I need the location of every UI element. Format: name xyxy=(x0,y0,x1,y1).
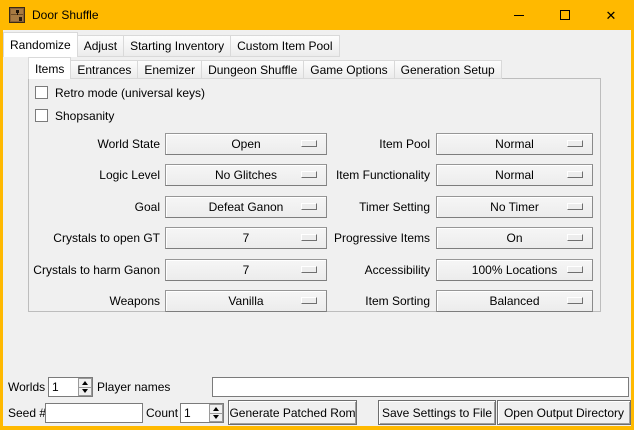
retro-mode-label: Retro mode (universal keys) xyxy=(55,86,205,100)
item-sorting-label: Item Sorting xyxy=(365,290,430,312)
dropdown-indicator-icon xyxy=(567,203,583,210)
dropdown-indicator-icon xyxy=(567,171,583,178)
timer-setting-label: Timer Setting xyxy=(359,196,430,218)
tab-randomize[interactable]: Randomize xyxy=(3,32,78,57)
seed-input[interactable] xyxy=(45,403,143,423)
item-sorting-dropdown[interactable]: Balanced xyxy=(436,290,593,312)
item-functionality-dropdown[interactable]: Normal xyxy=(436,164,593,186)
player-names-input[interactable] xyxy=(212,377,629,397)
arrow-up-icon xyxy=(213,407,219,411)
dropdown-indicator-icon xyxy=(567,140,583,147)
tab-items[interactable]: Items xyxy=(28,57,71,79)
weapons-dropdown[interactable]: Vanilla xyxy=(165,290,327,312)
accessibility-label: Accessibility xyxy=(365,259,430,281)
logic-level-dropdown[interactable]: No Glitches xyxy=(165,164,327,186)
weapons-label: Weapons xyxy=(110,290,160,312)
dropdown-indicator-icon xyxy=(301,140,317,147)
world-state-dropdown[interactable]: Open xyxy=(165,133,327,155)
count-spinbox[interactable]: 1 xyxy=(180,403,224,423)
window-border-left xyxy=(0,30,3,430)
generate-patched-rom-button[interactable]: Generate Patched Rom xyxy=(228,400,357,425)
shopsanity-checkbox[interactable] xyxy=(35,109,48,122)
minimize-icon xyxy=(514,15,524,16)
close-button[interactable]: ✕ xyxy=(588,0,634,30)
dropdown-indicator-icon xyxy=(301,203,317,210)
title-bar[interactable]: Door Shuffle ✕ xyxy=(0,0,634,30)
logic-level-label: Logic Level xyxy=(99,164,160,186)
accessibility-dropdown[interactable]: 100% Locations xyxy=(436,259,593,281)
dropdown-indicator-icon xyxy=(301,234,317,241)
shopsanity-label: Shopsanity xyxy=(55,109,114,123)
dropdown-indicator-icon xyxy=(567,234,583,241)
dropdown-indicator-icon xyxy=(567,297,583,304)
item-pool-dropdown[interactable]: Normal xyxy=(436,133,593,155)
item-pool-label: Item Pool xyxy=(379,133,430,155)
door-shuffle-window: Door Shuffle ✕ Randomize Adjust Starting… xyxy=(0,0,634,430)
dropdown-indicator-icon xyxy=(301,297,317,304)
count-value: 1 xyxy=(184,404,191,422)
tab-dungeon-shuffle[interactable]: Dungeon Shuffle xyxy=(201,60,304,79)
tab-generation-setup[interactable]: Generation Setup xyxy=(394,60,502,79)
worlds-spin-down-button[interactable] xyxy=(78,388,92,397)
crystals-open-gt-dropdown[interactable]: 7 xyxy=(165,227,327,249)
worlds-label: Worlds xyxy=(8,377,45,397)
close-icon: ✕ xyxy=(606,9,617,22)
minimize-button[interactable] xyxy=(496,0,542,30)
retro-mode-checkbox[interactable] xyxy=(35,86,48,99)
seed-label: Seed # xyxy=(8,403,46,423)
window-title: Door Shuffle xyxy=(32,0,99,30)
worlds-spin-buttons xyxy=(78,378,92,396)
maximize-button[interactable] xyxy=(542,0,588,30)
crystals-open-gt-label: Crystals to open GT xyxy=(53,227,160,249)
window-border-bottom xyxy=(0,426,634,430)
dropdown-indicator-icon xyxy=(567,266,583,273)
dropdown-indicator-icon xyxy=(301,171,317,178)
save-settings-button[interactable]: Save Settings to File xyxy=(378,400,496,425)
dropdown-indicator-icon xyxy=(301,266,317,273)
tab-game-options[interactable]: Game Options xyxy=(303,60,394,79)
count-label: Count xyxy=(146,403,178,423)
door-app-icon xyxy=(9,7,25,23)
worlds-spinbox[interactable]: 1 xyxy=(48,377,93,397)
count-spin-up-button[interactable] xyxy=(209,404,223,414)
player-names-label: Player names xyxy=(97,377,170,397)
arrow-down-icon xyxy=(213,415,219,419)
progressive-items-dropdown[interactable]: On xyxy=(436,227,593,249)
timer-setting-dropdown[interactable]: No Timer xyxy=(436,196,593,218)
progressive-items-label: Progressive Items xyxy=(334,227,430,249)
goal-dropdown[interactable]: Defeat Ganon xyxy=(165,196,327,218)
randomize-sub-tab-bar: Items Entrances Enemizer Dungeon Shuffle… xyxy=(28,57,502,79)
item-functionality-label: Item Functionality xyxy=(336,164,430,186)
arrow-up-icon xyxy=(82,381,88,385)
main-tab-bar: Randomize Adjust Starting Inventory Cust… xyxy=(3,32,340,57)
open-output-directory-button[interactable]: Open Output Directory xyxy=(497,400,631,425)
worlds-spin-up-button[interactable] xyxy=(78,378,92,388)
count-spin-buttons xyxy=(209,404,223,422)
tab-custom-item-pool[interactable]: Custom Item Pool xyxy=(230,35,339,57)
goal-label: Goal xyxy=(135,196,160,218)
maximize-icon xyxy=(560,10,570,20)
crystals-harm-ganon-label: Crystals to harm Ganon xyxy=(33,259,160,281)
crystals-harm-ganon-dropdown[interactable]: 7 xyxy=(165,259,327,281)
worlds-value: 1 xyxy=(52,378,59,396)
tab-enemizer[interactable]: Enemizer xyxy=(137,60,202,79)
tab-entrances[interactable]: Entrances xyxy=(70,60,138,79)
tab-starting-inventory[interactable]: Starting Inventory xyxy=(123,35,231,57)
count-spin-down-button[interactable] xyxy=(209,414,223,423)
arrow-down-icon xyxy=(82,389,88,393)
tab-adjust[interactable]: Adjust xyxy=(77,35,124,57)
world-state-label: World State xyxy=(98,133,160,155)
